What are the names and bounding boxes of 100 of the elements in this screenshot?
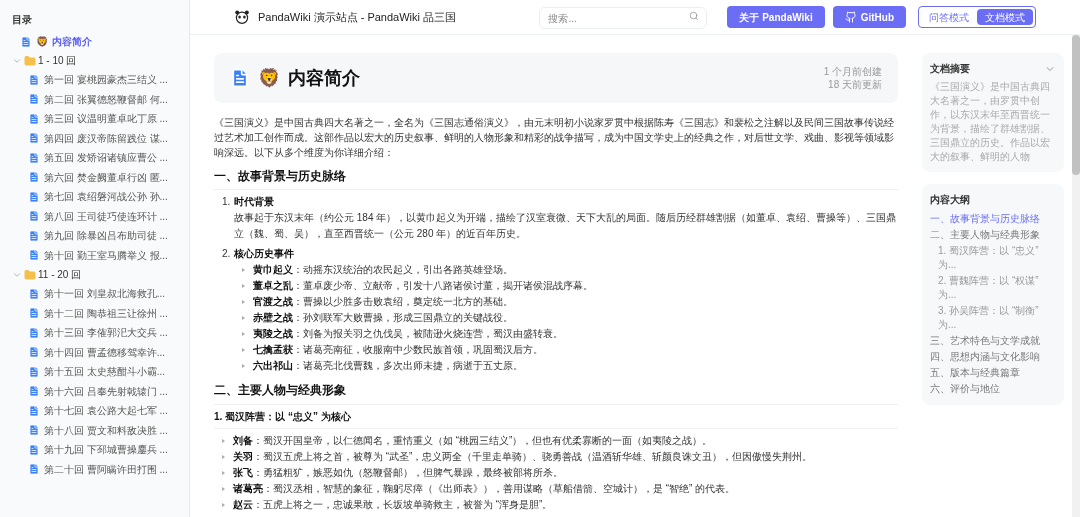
list-number: 2. bbox=[222, 247, 231, 262]
intro-paragraph: 《三国演义》是中国古典四大名著之一，全名为《三国志通俗演义》，由元末明初小说家罗贯中根据陈寿《三国志》和裴松之注解以及民间三国故事传说经过艺术加工创作而成。这部作品以宏大的历史叙事、鲜明的人物形象和精彩的战争描写，成为中国文学史上的经典之作，对后世文学、戏曲、影视等领域影响深远。以下从多个维度为你详细介绍： bbox=[214, 116, 895, 160]
chapter-item[interactable]: 第十五回 太史慈酣斗小霸... bbox=[28, 362, 166, 382]
chapter-item[interactable]: 第四回 废汉帝陈留践位 谋... bbox=[28, 128, 168, 148]
folder-icon bbox=[24, 54, 36, 67]
document-icon bbox=[28, 249, 40, 262]
chapter-item[interactable]: 第十三回 李傕郭汜大交兵 ... bbox=[28, 323, 168, 343]
chapter-item[interactable]: 第十七回 袁公路大起七军 ... bbox=[28, 401, 168, 421]
chapter-item[interactable]: 第十六回 吕奉先射戟辕门 ... bbox=[28, 381, 168, 401]
outline-item[interactable]: 六、评价与地位 bbox=[930, 381, 1056, 397]
list-item: 黄巾起义：动摇东汉统治的农民起义，引出各路英雄登场。 bbox=[253, 263, 513, 278]
list-number: 1. bbox=[222, 195, 231, 210]
document-icon bbox=[28, 385, 40, 398]
sidebar-title: 目录 bbox=[12, 13, 33, 27]
chapter-item[interactable]: 第一回 宴桃园豪杰三结义 ... bbox=[28, 70, 168, 90]
mode-tab[interactable]: 问答模式 bbox=[921, 9, 977, 25]
chapter-item[interactable]: 第五回 发矫诏诸镇应曹公 ... bbox=[28, 148, 168, 168]
summary-title: 文档摘要 bbox=[930, 62, 970, 76]
section-heading: 二、主要人物与经典形象 bbox=[214, 382, 898, 405]
search-field[interactable]: 搜索... bbox=[539, 7, 708, 30]
document-icon bbox=[28, 132, 40, 145]
chapter-item[interactable]: 第八回 王司徒巧使连环计 ... bbox=[28, 206, 168, 226]
document-icon bbox=[28, 171, 40, 184]
list-item: 六出祁山：诸葛亮北伐曹魏，多次出师未捷，病逝于五丈原。 bbox=[253, 359, 523, 374]
document-icon bbox=[20, 35, 32, 48]
panda-logo-icon bbox=[234, 9, 250, 25]
document-icon bbox=[28, 424, 40, 437]
document-icon bbox=[230, 68, 250, 88]
chapter-item[interactable]: 第二回 张翼德怒鞭督邮 何... bbox=[28, 89, 168, 109]
created-time: 1 个月前创建 bbox=[823, 65, 882, 78]
chapter-item[interactable]: 第十回 勤王室马腾举义 报... bbox=[28, 245, 168, 265]
folder-item[interactable]: 1 - 10 回 bbox=[12, 51, 185, 70]
chapter-item[interactable]: 第二十回 曹阿瞒许田打围 ... bbox=[28, 459, 168, 479]
chapter-item[interactable]: 第七回 袁绍磐河战公孙 孙... bbox=[28, 187, 168, 207]
about-button[interactable]: 关于 PandaWiki bbox=[727, 6, 825, 28]
document-icon bbox=[28, 112, 40, 125]
bullet-icon bbox=[242, 284, 245, 289]
bullet-icon bbox=[242, 348, 245, 353]
chapter-item[interactable]: 第十二回 陶恭祖三让徐州 ... bbox=[28, 303, 168, 323]
list-item: 七擒孟获：诸葛亮南征，收服南中少数民族首领，巩固蜀汉后方。 bbox=[253, 343, 543, 358]
list-item: 赤壁之战：孙刘联军大败曹操，形成三国鼎立的关键战役。 bbox=[253, 311, 513, 326]
document-icon bbox=[28, 346, 40, 359]
site-title: PandaWiki 演示站点 - PandaWiki 品三国 bbox=[258, 9, 457, 25]
chapter-item[interactable]: 第十四回 曹孟德移驾幸许... bbox=[28, 342, 166, 362]
item-title: 时代背景 bbox=[234, 195, 275, 210]
document-icon bbox=[28, 365, 40, 378]
document-icon bbox=[28, 287, 40, 300]
folder-item[interactable]: 11 - 20 回 bbox=[12, 265, 185, 284]
document-icon bbox=[28, 229, 40, 242]
bullet-icon bbox=[222, 486, 225, 491]
page-title: 内容简介 bbox=[288, 66, 360, 90]
document-icon bbox=[28, 307, 40, 320]
document-icon bbox=[28, 151, 40, 164]
github-icon bbox=[844, 11, 857, 23]
document-icon bbox=[28, 463, 40, 476]
list-item: 赵云：五虎上将之一，忠诚果敢，长坂坡单骑救主，被誉为 “浑身是胆”。 bbox=[233, 497, 553, 512]
document-icon bbox=[28, 93, 40, 106]
list-item: 官渡之战：曹操以少胜多击败袁绍，奠定统一北方的基础。 bbox=[253, 295, 513, 310]
item-paragraph: 故事起于东汉末年（约公元 184 年），以黄巾起义为开端，描绘了汉室衰微、天下大乱的局面。随后历经群雄割据（如董卓、袁绍、曹操等）、三国鼎立（魏、蜀、吴），直至西晋统一（公元 280 年）的近百年历史。 bbox=[233, 211, 898, 242]
chapter-item[interactable]: 第十八回 贾文和料敌决胜 ... bbox=[28, 420, 168, 440]
bullet-icon bbox=[222, 438, 225, 443]
mode-tab[interactable]: 文档模式 bbox=[977, 9, 1033, 25]
chapter-item[interactable]: 第十九回 下邳城曹操鏖兵 ... bbox=[28, 440, 168, 460]
chapter-item[interactable]: 第三回 议温明董卓叱丁原 ... bbox=[28, 109, 168, 129]
bullet-icon bbox=[222, 470, 225, 475]
chapter-item[interactable]: 第九回 除暴凶吕布助司徒 ... bbox=[28, 226, 168, 246]
bullet-icon bbox=[242, 364, 245, 369]
chapter-item[interactable]: 第十一回 刘皇叔北海救孔... bbox=[28, 284, 166, 304]
outline-item[interactable]: 二、主要人物与经典形象 bbox=[930, 227, 1056, 243]
search-icon bbox=[689, 10, 700, 21]
title-emoji: 🦁 bbox=[258, 66, 280, 90]
document-icon bbox=[28, 210, 40, 223]
list-item: 董卓之乱：董卓废少帝、立献帝，引发十八路诸侯讨董，揭开诸侯混战序幕。 bbox=[253, 279, 593, 294]
bullet-icon bbox=[242, 300, 245, 305]
updated-time: 18 天前更新 bbox=[828, 78, 882, 91]
document-icon bbox=[28, 73, 40, 86]
bullet-icon bbox=[242, 332, 245, 337]
github-button[interactable]: GitHub bbox=[832, 6, 906, 28]
bullet-icon bbox=[242, 316, 245, 321]
sidebar-item[interactable]: 🦁 内容简介 bbox=[12, 32, 185, 51]
outline-item[interactable]: 一、故事背景与历史脉络 bbox=[930, 211, 1056, 227]
subsection-heading: 1. 蜀汉阵营：以 “忠义” 为核心 bbox=[214, 408, 898, 429]
scrollbar[interactable] bbox=[1072, 35, 1080, 517]
item-title: 核心历史事件 bbox=[234, 247, 295, 262]
section-heading: 一、故事背景与历史脉络 bbox=[214, 168, 898, 191]
outline-item[interactable]: 三、艺术特色与文学成就 bbox=[930, 333, 1056, 349]
outline-item[interactable]: 五、版本与经典篇章 bbox=[930, 365, 1056, 381]
outline-item[interactable]: 四、思想内涵与文化影响 bbox=[930, 349, 1056, 365]
list-item: 诸葛亮：蜀汉丞相，智慧的象征，鞠躬尽瘁（《出师表》），善用谋略（草船借箭、空城计），是 “智绝” 的代表。 bbox=[233, 481, 736, 496]
list-item: 夷陵之战：刘备为报关羽之仇伐吴，被陆逊火烧连营，蜀汉由盛转衰。 bbox=[253, 327, 563, 342]
list-item: 关羽：蜀汉五虎上将之首，被尊为 “武圣”，忠义两全（千里走单骑）、骁勇善战（温酒斩华雄、斩颜良诛文丑），但因傲慢失荆州。 bbox=[233, 449, 813, 464]
document-icon bbox=[28, 404, 40, 417]
bullet-icon bbox=[222, 502, 225, 507]
list-item: 张飞：勇猛粗犷，嫉恶如仇（怒鞭督邮），但脾气暴躁，最终被部将所杀。 bbox=[233, 465, 563, 480]
bullet-icon bbox=[222, 454, 225, 459]
outline-title: 内容大纲 bbox=[930, 193, 971, 207]
list-item: 刘备：蜀汉开国皇帝，以仁德闻名，重情重义（如 “桃园三结义”），但也有优柔寡断的一面（如夷陵之战）。 bbox=[233, 433, 713, 448]
folder-icon bbox=[24, 268, 36, 281]
document-icon bbox=[28, 326, 40, 339]
chapter-item[interactable]: 第六回 焚金阙董卓行凶 匿... bbox=[28, 167, 168, 187]
